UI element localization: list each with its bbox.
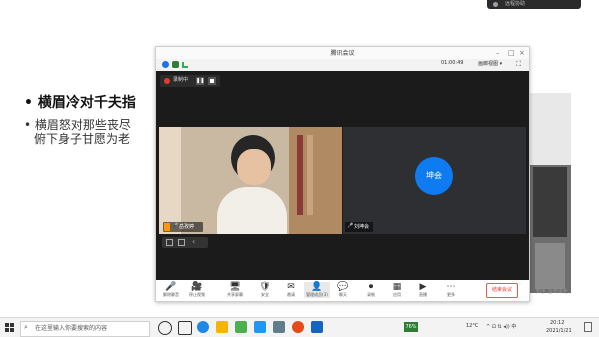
slide-bullet-2: • 横眉怒对那些丧尽 (24, 118, 131, 132)
maximize-icon[interactable]: □ (508, 48, 515, 58)
search-icon: ⌕ (24, 323, 28, 331)
file-explorer-icon[interactable] (216, 321, 228, 333)
members-icon: 👤 (311, 282, 323, 292)
camera-icon: 🎥 (191, 282, 203, 292)
tool-mute[interactable]: 🎤 解除静音 (158, 282, 184, 298)
record-dot-icon (164, 78, 170, 84)
windows-taskbar: ⌕ 在这里输入你要搜索的内容 76% 12°C ^ ⊡ ⇅ ◂)) 中 20:1… (0, 317, 599, 337)
mic-icon: 🎤 (172, 223, 179, 229)
chat-icon: 💬 (337, 282, 349, 292)
title-bar[interactable]: 腾讯会议 – □ × (156, 47, 529, 59)
search-placeholder: 在这里输入你要搜索的内容 (35, 325, 108, 332)
meeting-window[interactable]: 腾讯会议 – □ × 01:00:49 画廊视图 ▾ ⛶ 录制中 ❚❚ 🎤 岳孜… (155, 46, 530, 302)
cortana-icon[interactable] (158, 321, 172, 335)
tool-manage-members[interactable]: 👤 管理成员(3) (304, 282, 330, 298)
remote-assist-label: 远程协助 (505, 1, 526, 7)
windows-start-icon[interactable] (5, 323, 14, 332)
mic-icon: 🎤 (347, 223, 354, 229)
tool-invite[interactable]: ✉ 邀请 (278, 282, 304, 298)
notifications-icon[interactable] (584, 322, 592, 332)
participant-name-tag-right: 🎤 刘坤会 (345, 222, 373, 232)
chevron-left-icon[interactable]: ‹ (192, 237, 195, 246)
remote-assist-bar[interactable]: 远程协助 (487, 0, 581, 9)
video-stage: 录制中 ❚❚ 🎤 岳孜婷 坤会 🎤 刘坤会 ‹ (156, 71, 529, 280)
tool-share-screen[interactable]: 🖥 共享屏幕 (222, 282, 248, 298)
minimize-icon[interactable]: – (496, 48, 500, 58)
shield-icon: 🛡 (259, 282, 271, 292)
clock-time[interactable]: 20:12 (550, 320, 564, 326)
record-icon: ⏺ (368, 282, 374, 292)
performance-badge[interactable]: 76% (404, 322, 418, 332)
meeting-toolbar: 🎤 解除静音 🎥 停止视频 🖥 共享屏幕 🛡 安全 ✉ 邀请 👤 管理成员(3) 💬 聊天 ⏺… (156, 280, 529, 301)
app-icon[interactable] (273, 321, 285, 333)
close-icon[interactable]: × (519, 48, 525, 58)
fullscreen-icon[interactable]: ⛶ (516, 60, 521, 69)
participant-video-left[interactable]: 🎤 岳孜婷 (159, 127, 342, 234)
photo-watermark: 知乎 @辛泽光 (536, 289, 568, 295)
wechat-icon[interactable] (235, 321, 247, 333)
recording-label: 录制中 (173, 77, 189, 83)
end-meeting-button[interactable]: 结束会议 (486, 283, 518, 298)
tool-record[interactable]: ⏺ 录制 (358, 282, 384, 298)
edge-icon[interactable] (197, 321, 209, 333)
apps-icon: ▦ (392, 282, 402, 292)
live-icon: ▶ (419, 282, 427, 292)
pause-icon[interactable]: ❚❚ (196, 77, 204, 85)
view-toggle[interactable]: 画廊视图 ▾ (478, 60, 502, 67)
tool-apps[interactable]: ▦ 应用 (384, 282, 410, 298)
participant-name-tag-left: 🎤 岳孜婷 (163, 222, 203, 232)
window-title: 腾讯会议 (330, 50, 355, 57)
status-icon (493, 2, 498, 7)
participant-name-right: 刘坤会 (354, 224, 370, 230)
clock-date[interactable]: 2021/1/21 (546, 328, 572, 334)
signal-icon (182, 62, 188, 68)
info-icon[interactable] (162, 61, 169, 68)
background-photo (529, 93, 571, 293)
grid-icon[interactable] (166, 239, 173, 246)
more-icon: ⋯ (446, 282, 456, 292)
microphone-icon: 🎤 (165, 282, 177, 292)
info-bar: 01:00:49 画廊视图 ▾ ⛶ (156, 59, 529, 71)
participant-name-left: 岳孜婷 (179, 224, 195, 230)
layout-controls[interactable]: ‹ (162, 237, 208, 248)
invite-icon: ✉ (287, 282, 295, 292)
mail-icon[interactable] (254, 321, 266, 333)
participant-video-right[interactable]: 坤会 🎤 刘坤会 (343, 127, 526, 234)
screen-share-icon: 🖥 (229, 282, 241, 292)
task-view-icon[interactable] (178, 321, 192, 335)
recording-indicator[interactable]: 录制中 ❚❚ (160, 75, 220, 87)
participant-avatar: 坤会 (415, 157, 453, 195)
stop-icon[interactable] (208, 77, 216, 85)
slide-bullet-2-line2: 俯下身子甘愿为老 (34, 132, 131, 146)
speaker-view-icon[interactable] (178, 239, 185, 246)
search-input[interactable]: ⌕ 在这里输入你要搜索的内容 (20, 321, 150, 337)
powerpoint-icon[interactable] (292, 321, 304, 333)
host-icon (164, 223, 170, 231)
weather-temperature[interactable]: 12°C (466, 323, 478, 329)
tray-icons[interactable]: ^ ⊡ ⇅ ◂)) 中 (486, 323, 516, 330)
meeting-timer: 01:00:49 (441, 60, 464, 66)
slide-bullet-1: • 横眉冷对千夫指 (24, 95, 136, 111)
tool-security[interactable]: 🛡 安全 (252, 282, 278, 298)
tencent-meeting-icon[interactable] (311, 321, 323, 333)
tool-live[interactable]: ▶ 直播 (410, 282, 436, 298)
tool-video[interactable]: 🎥 停止视频 (184, 282, 210, 298)
shield-icon[interactable] (172, 61, 179, 68)
tool-more[interactable]: ⋯ 更多 (438, 282, 464, 298)
tool-chat[interactable]: 💬 聊天 (330, 282, 356, 298)
